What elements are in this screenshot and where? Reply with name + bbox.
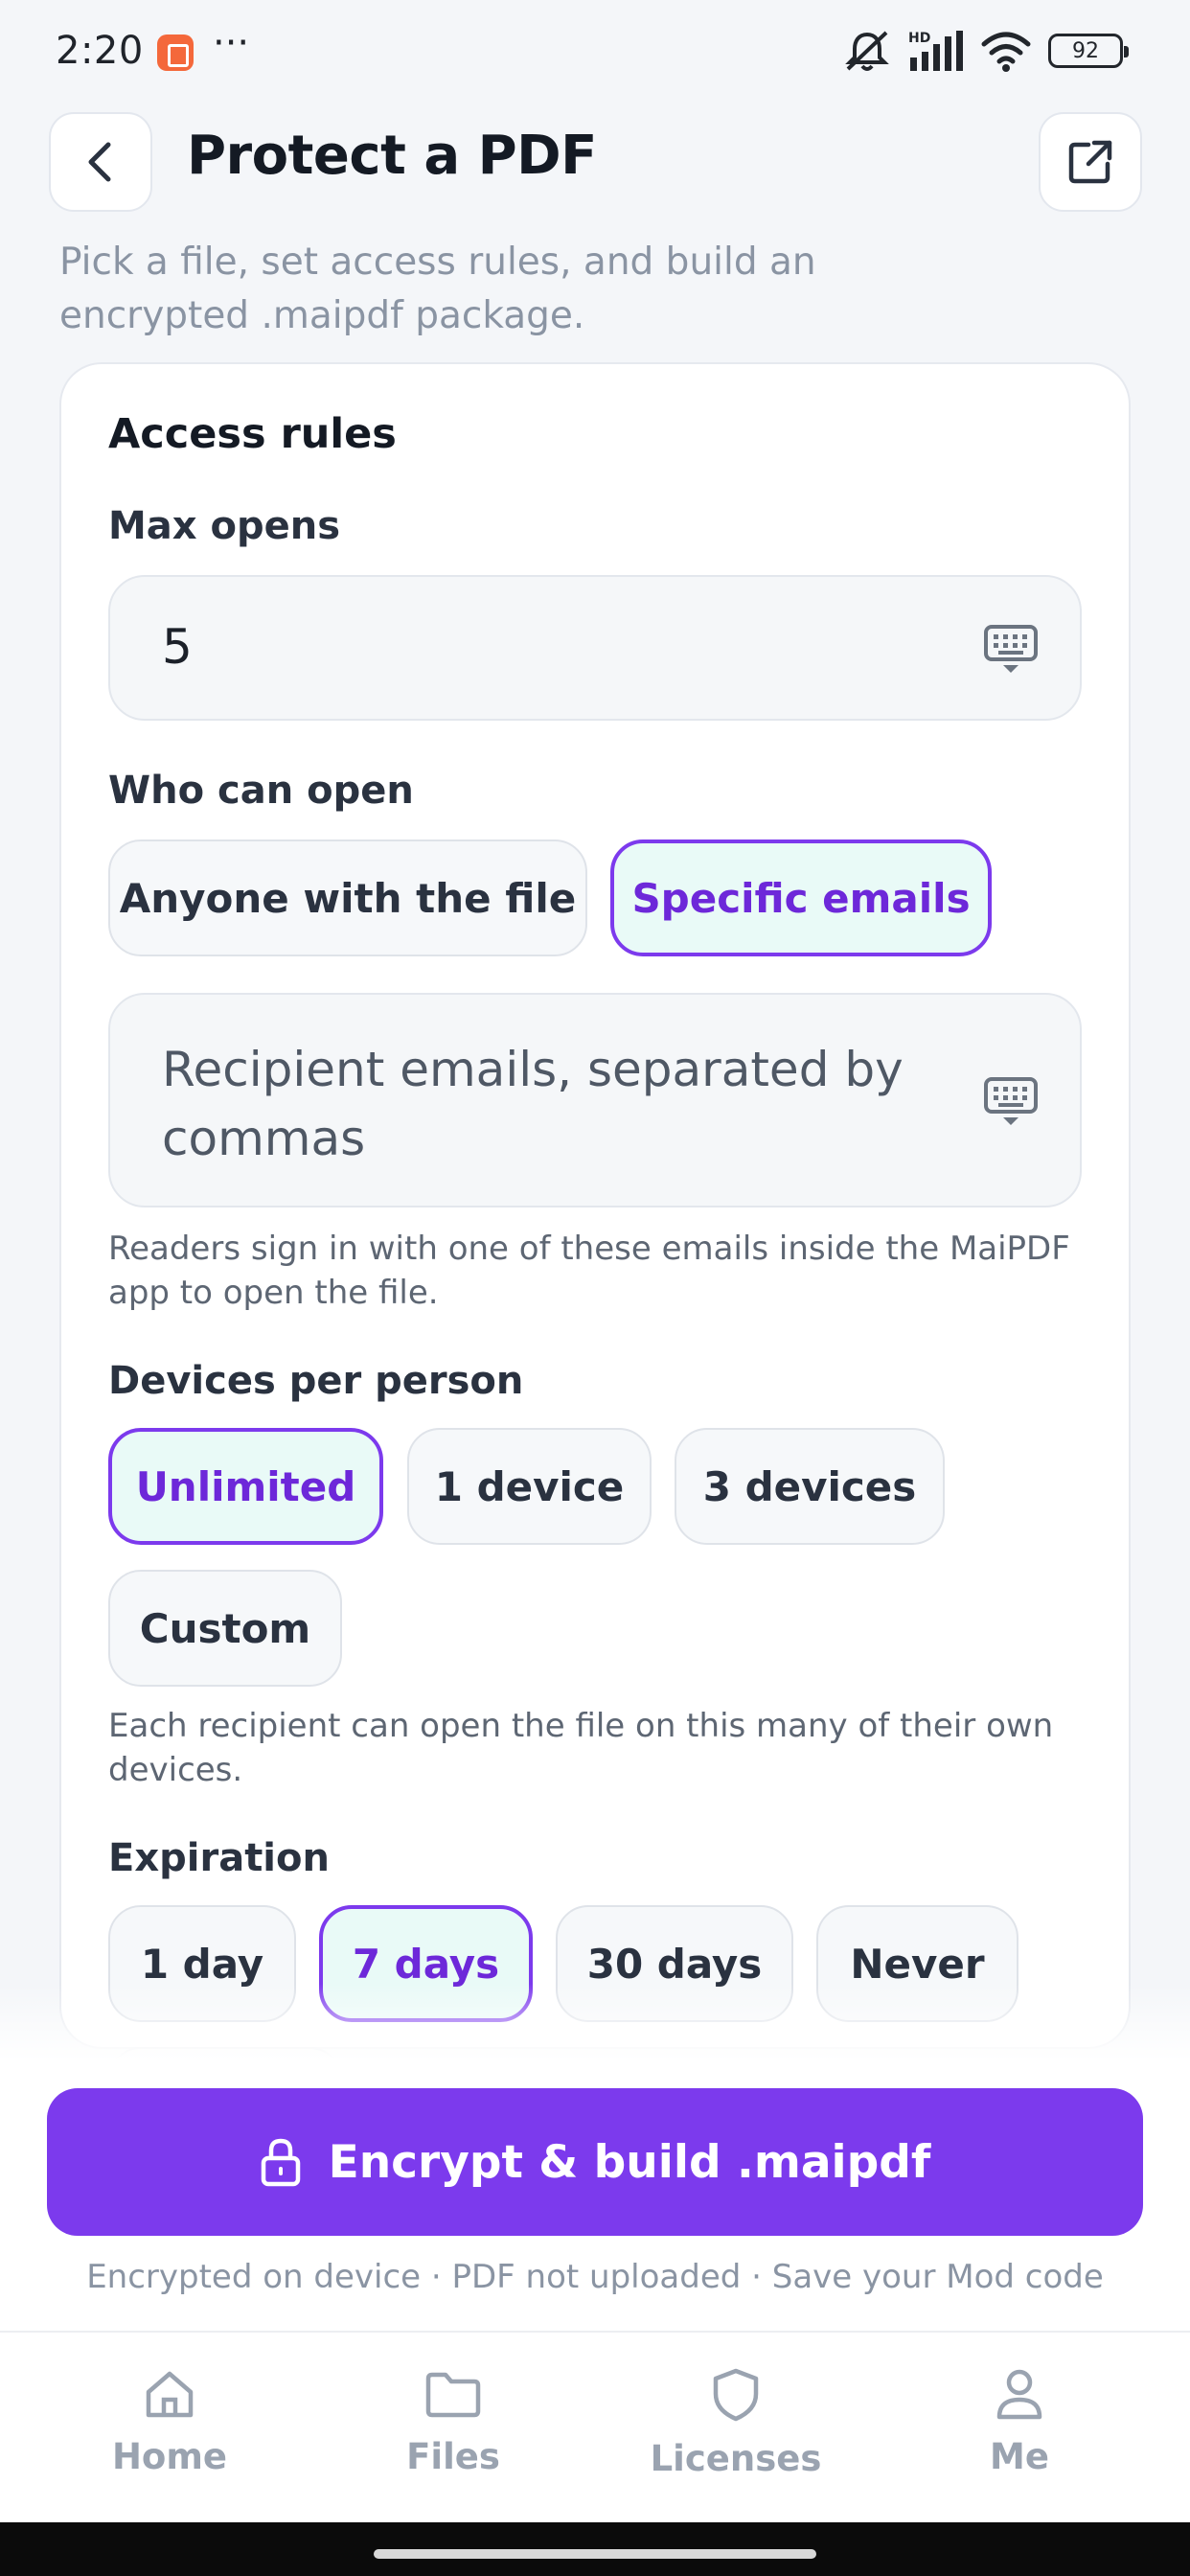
shield-icon: [713, 2368, 759, 2422]
encrypt-button-label: Encrypt & build .maipdf: [328, 2135, 931, 2189]
battery-level: 92: [1072, 38, 1099, 63]
scroll-fade: [0, 1984, 1190, 2060]
recipient-emails-placeholder: Recipient emails, separated by commas: [162, 1042, 904, 1166]
keyboard-icon[interactable]: [984, 1075, 1038, 1129]
notification-app-icon: [157, 34, 194, 71]
lock-icon: [261, 2138, 300, 2187]
home-indicator[interactable]: [374, 2549, 816, 2559]
wifi-icon: [981, 32, 1031, 72]
tab-home-label: Home: [111, 2436, 228, 2477]
devices-option-custom[interactable]: Custom: [108, 1570, 342, 1687]
max-opens-input[interactable]: 5: [108, 575, 1082, 721]
signal-icon: HD: [908, 31, 963, 71]
mute-icon: [845, 31, 889, 71]
expiration-label: Expiration: [108, 1836, 330, 1880]
battery-indicator: 92: [1048, 34, 1129, 68]
tab-files-label: Files: [406, 2436, 500, 2477]
external-link-icon: [1068, 140, 1112, 184]
keyboard-icon[interactable]: [984, 623, 1038, 677]
tab-licenses-label: Licenses: [650, 2438, 822, 2479]
status-bar: 2:20 ··· HD 92: [0, 0, 1190, 101]
devices-per-person-label: Devices per person: [108, 1359, 524, 1403]
network-type-label: HD: [908, 31, 930, 46]
emails-helper-text: Readers sign in with one of these emails…: [108, 1230, 1070, 1312]
back-button[interactable]: [49, 112, 152, 212]
page-subtitle: Pick a file, set access rules, and build…: [59, 241, 816, 337]
open-external-button[interactable]: [1039, 112, 1142, 212]
folder-icon: [425, 2372, 481, 2418]
tab-me[interactable]: Me: [904, 2367, 1134, 2477]
who-can-open-label: Who can open: [108, 769, 414, 813]
tab-licenses[interactable]: Licenses: [621, 2367, 851, 2479]
devices-helper-text: Each recipient can open the file on this…: [108, 1707, 1054, 1789]
more-notifications-icon: ···: [213, 21, 250, 65]
status-time: 2:20: [56, 29, 144, 73]
max-opens-label: Max opens: [108, 504, 341, 548]
security-footnote: Encrypted on device · PDF not uploaded ·…: [86, 2258, 1104, 2296]
devices-option-1-device[interactable]: 1 device: [407, 1428, 652, 1545]
tab-me-label: Me: [990, 2436, 1049, 2477]
card-title: Access rules: [108, 410, 397, 458]
page-title: Protect a PDF: [187, 125, 597, 187]
tab-home[interactable]: Home: [55, 2367, 285, 2477]
devices-option-3-devices[interactable]: 3 devices: [675, 1428, 945, 1545]
max-opens-value: 5: [162, 619, 193, 675]
encrypt-build-button[interactable]: Encrypt & build .maipdf: [47, 2088, 1143, 2236]
recipient-emails-input[interactable]: Recipient emails, separated by commas: [108, 993, 1082, 1208]
home-icon: [146, 2371, 194, 2418]
devices-option-unlimited[interactable]: Unlimited: [108, 1428, 383, 1545]
who-option-anyone[interactable]: Anyone with the file: [108, 840, 587, 956]
tab-files[interactable]: Files: [338, 2367, 568, 2477]
who-option-specific-emails[interactable]: Specific emails: [610, 840, 992, 956]
person-icon: [996, 2369, 1042, 2420]
chevron-left-icon: [88, 142, 111, 182]
